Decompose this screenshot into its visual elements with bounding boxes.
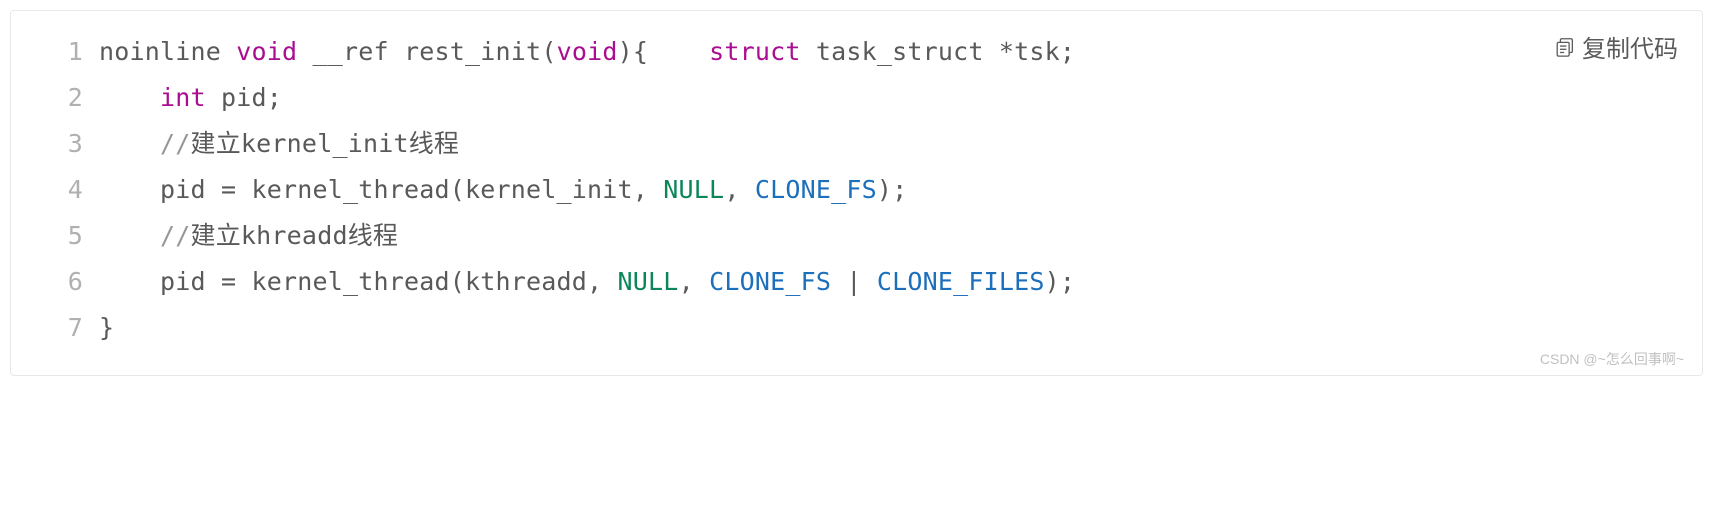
code-content: int pid;: [83, 75, 282, 121]
token-ident: noinline: [99, 37, 236, 66]
token-comment: //: [160, 221, 191, 250]
token-null: NULL: [663, 175, 724, 204]
token-ident: |: [831, 267, 877, 296]
token-ident: ,: [724, 175, 755, 204]
token-cmt-text: 建立kernel_init线程: [191, 129, 460, 158]
watermark: CSDN @~怎么回事啊~: [1540, 349, 1684, 369]
code-content: pid = kernel_thread(kernel_init, NULL, C…: [83, 167, 907, 213]
code-content: }: [83, 305, 114, 351]
line-number: 2: [35, 75, 83, 121]
token-ident: [99, 129, 160, 158]
code-block: 复制代码 1noinline void __ref rest_init(void…: [10, 10, 1703, 376]
token-comment: //: [160, 129, 191, 158]
line-number: 5: [35, 213, 83, 259]
line-number: 1: [35, 29, 83, 75]
token-ident: [99, 83, 160, 112]
token-ident: );: [877, 175, 908, 204]
code-line: 1noinline void __ref rest_init(void){ st…: [35, 29, 1678, 75]
token-kw-void: void: [236, 37, 297, 66]
token-kw-int: int: [160, 83, 206, 112]
token-kw-struct: struct: [709, 37, 801, 66]
code-line: 7}: [35, 305, 1678, 351]
code-line: 5 //建立khreadd线程: [35, 213, 1678, 259]
token-const: CLONE_FILES: [877, 267, 1045, 296]
token-cmt-text: 建立khreadd线程: [191, 221, 399, 250]
line-number: 6: [35, 259, 83, 305]
copy-code-button[interactable]: 复制代码: [1554, 29, 1678, 64]
token-null: NULL: [618, 267, 679, 296]
token-ident: pid = kernel_thread(kernel_init,: [99, 175, 663, 204]
token-paren: {: [633, 37, 709, 66]
code-line: 4 pid = kernel_thread(kernel_init, NULL,…: [35, 167, 1678, 213]
code-listing: 1noinline void __ref rest_init(void){ st…: [35, 29, 1678, 351]
token-paren: (: [541, 37, 556, 66]
token-ident: ,: [679, 267, 710, 296]
copy-icon: [1554, 36, 1576, 58]
token-ident: pid = kernel_thread(kthreadd,: [99, 267, 618, 296]
code-content: //建立kernel_init线程: [83, 121, 459, 167]
line-number: 7: [35, 305, 83, 351]
token-ident: __ref: [297, 37, 404, 66]
token-ident: pid;: [206, 83, 282, 112]
token-kw-void: void: [557, 37, 618, 66]
token-ident: );: [1045, 267, 1076, 296]
token-func: rest_init: [404, 37, 541, 66]
code-content: pid = kernel_thread(kthreadd, NULL, CLON…: [83, 259, 1075, 305]
token-paren: ): [618, 37, 633, 66]
token-ident: task_struct *tsk;: [801, 37, 1076, 66]
token-const: CLONE_FS: [709, 267, 831, 296]
code-content: //建立khreadd线程: [83, 213, 398, 259]
code-line: 6 pid = kernel_thread(kthreadd, NULL, CL…: [35, 259, 1678, 305]
token-paren: }: [99, 313, 114, 342]
code-line: 2 int pid;: [35, 75, 1678, 121]
token-const: CLONE_FS: [755, 175, 877, 204]
line-number: 3: [35, 121, 83, 167]
code-content: noinline void __ref rest_init(void){ str…: [83, 29, 1075, 75]
copy-code-label: 复制代码: [1582, 29, 1678, 64]
code-line: 3 //建立kernel_init线程: [35, 121, 1678, 167]
token-ident: [99, 221, 160, 250]
line-number: 4: [35, 167, 83, 213]
